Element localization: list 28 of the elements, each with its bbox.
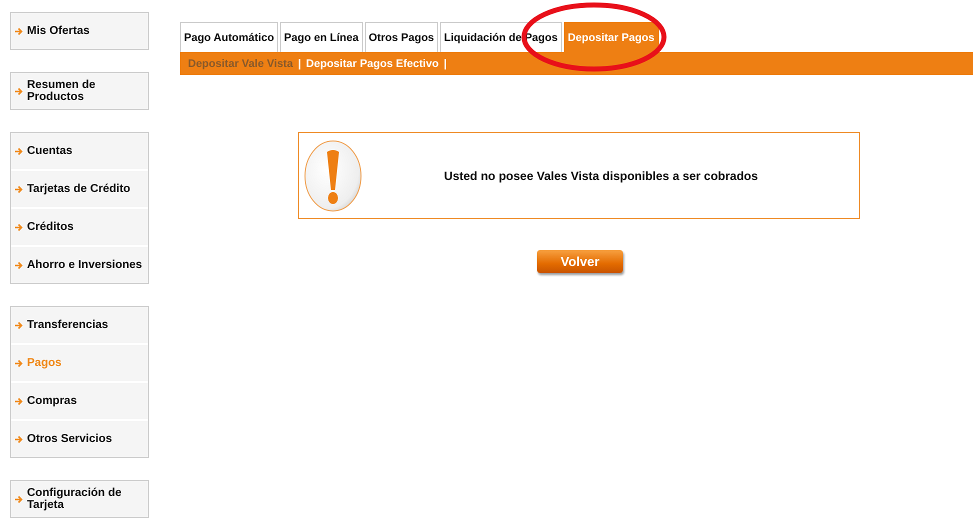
arrow-icon [14,86,23,96]
arrow-icon [14,494,23,504]
sidebar-item[interactable]: Ahorro e Inversiones [11,245,148,283]
message-text: Usted no posee Vales Vista disponibles a ser cobrados [443,168,759,182]
sidebar-item[interactable]: Tarjetas de Crédito [11,169,148,207]
separator: | [444,58,447,70]
arrow-icon [14,146,23,156]
sidebar-item[interactable]: Transferencias [11,307,148,343]
exclamation-icon [303,140,363,212]
sidebar-item[interactable]: Compras [11,381,148,419]
sidebar-item[interactable]: Créditos [11,207,148,245]
sidebar-item[interactable]: Configuración de Tarjeta [11,481,148,517]
sidebar-item[interactable]: Cuentas [11,133,148,169]
arrow-icon [14,396,23,406]
sidebar-item[interactable]: Mis Ofertas [11,13,148,49]
tab[interactable]: Otros Pagos [364,22,438,52]
tab[interactable]: Pago en Línea [280,22,363,52]
arrow-icon [14,434,23,444]
arrow-icon [14,184,23,194]
sidebar-item[interactable]: Resumen de Productos [11,73,148,109]
arrow-icon [14,320,23,330]
arrow-icon [14,222,23,232]
arrow-icon [14,260,23,270]
arrow-icon [14,26,23,36]
arrow-icon [14,358,23,368]
tab[interactable]: Pago Automático [180,22,278,52]
sidebar-item[interactable]: Otros Servicios [11,419,148,457]
separator: | [298,58,302,70]
